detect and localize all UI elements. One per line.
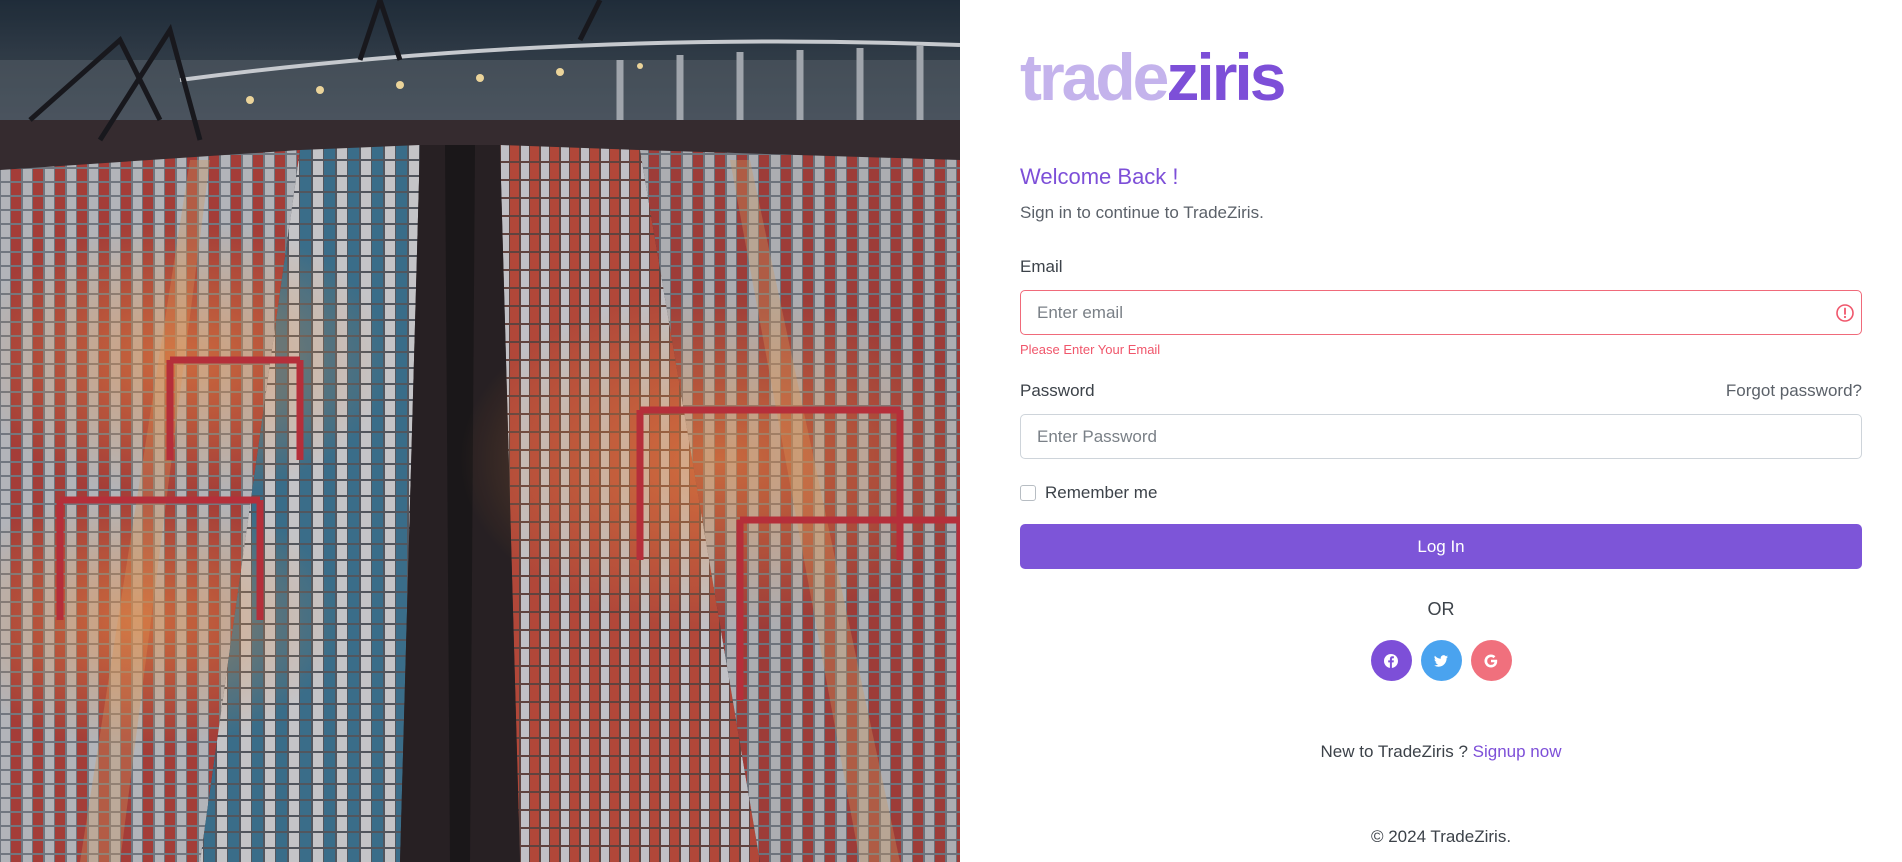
signup-prompt-text: New to TradeZiris ?	[1320, 742, 1468, 761]
welcome-subtitle: Sign in to continue to TradeZiris.	[1020, 203, 1264, 222]
login-page: tradeziris Welcome Back ! Sign in to con…	[0, 0, 1902, 862]
email-label: Email	[1020, 257, 1063, 276]
email-error-message: Please Enter Your Email	[1020, 342, 1161, 357]
container-port-illustration	[0, 0, 960, 862]
welcome-heading: Welcome Back !	[1020, 164, 1179, 189]
remember-me-checkbox[interactable]	[1020, 485, 1036, 501]
facebook-icon	[1384, 653, 1398, 668]
google-icon	[1484, 653, 1498, 667]
logo-text-trade: trade	[1020, 40, 1169, 114]
or-divider: OR	[1427, 599, 1455, 619]
signup-link[interactable]: Signup now	[1473, 742, 1562, 761]
remember-me-label[interactable]: Remember me	[1045, 483, 1157, 503]
brand-logo[interactable]: tradeziris	[1020, 44, 1286, 110]
password-field[interactable]	[1020, 414, 1862, 459]
auth-panel: tradeziris Welcome Back ! Sign in to con…	[960, 0, 1902, 862]
google-login-button[interactable]	[1470, 640, 1512, 681]
forgot-password-link[interactable]: Forgot password?	[1726, 381, 1862, 401]
twitter-login-button[interactable]	[1420, 640, 1462, 681]
twitter-icon	[1434, 654, 1448, 667]
alert-circle-icon	[1836, 304, 1854, 322]
remember-me-row[interactable]: Remember me	[1020, 483, 1157, 503]
logo-text-ziris: ziris	[1166, 40, 1286, 114]
copyright-text: © 2024 TradeZiris.	[1370, 827, 1512, 846]
password-label: Password	[1020, 381, 1095, 400]
social-login-group	[1020, 640, 1862, 681]
login-button[interactable]: Log In	[1020, 524, 1862, 569]
signup-prompt: New to TradeZiris ? Signup now	[1020, 742, 1862, 762]
email-field[interactable]	[1020, 290, 1862, 335]
hero-image	[0, 0, 960, 862]
facebook-login-button[interactable]	[1370, 640, 1412, 681]
